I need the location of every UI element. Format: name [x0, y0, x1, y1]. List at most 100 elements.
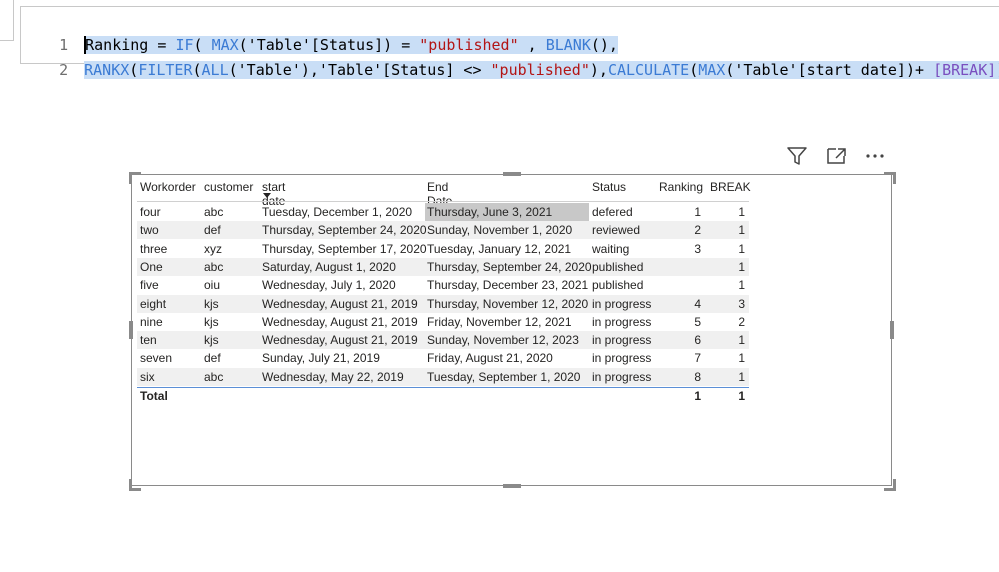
more-options-icon[interactable] — [862, 145, 888, 167]
table-cell[interactable]: Thursday, September 17, 2020 — [262, 240, 427, 258]
table-cell[interactable]: def — [204, 221, 221, 239]
table-row[interactable]: four abc Tuesday, December 1, 2020 Thursday… — [137, 203, 749, 221]
formula-bar[interactable]: 1 Ranking = IF( MAX('Table'[Status]) = "p… — [0, 0, 999, 79]
table-row[interactable]: ten kjs Wednesday, August 21, 2019 Sunday, … — [137, 331, 749, 350]
resize-corner-bottom-right[interactable] — [884, 479, 896, 491]
resize-corner-bottom-left[interactable] — [129, 479, 141, 491]
table-row[interactable]: seven def Sunday, July 21, 2019 Friday, Aug… — [137, 349, 749, 367]
table-cell-break[interactable]: 1 — [707, 258, 745, 276]
table-cell[interactable]: defered — [592, 203, 633, 221]
table-cell-break[interactable]: 1 — [707, 221, 745, 239]
formula-line-2[interactable]: 2 RANKX(FILTER(ALL('Table'),'Table'[Statu… — [20, 37, 999, 79]
table-cell[interactable]: Wednesday, May 22, 2019 — [262, 368, 404, 386]
table-cell[interactable]: Sunday, November 12, 2023 — [427, 331, 579, 349]
table-row[interactable]: six abc Wednesday, May 22, 2019 Tuesday, Se… — [137, 367, 749, 386]
table-cell[interactable]: Friday, November 12, 2021 — [427, 313, 572, 331]
table-cell[interactable]: Thursday, September 24, 2020 — [262, 221, 427, 239]
resize-handle-right[interactable] — [890, 321, 894, 339]
table-cell-ranking[interactable]: 2 — [657, 221, 701, 239]
table-cell[interactable]: Sunday, November 1, 2020 — [427, 221, 572, 239]
table-cell[interactable]: Tuesday, December 1, 2020 — [262, 203, 412, 221]
table-cell[interactable]: seven — [140, 349, 172, 367]
table-cell[interactable]: published — [592, 258, 643, 276]
table-row[interactable]: One abc Saturday, August 1, 2020 Thursday, … — [137, 257, 749, 276]
table-cell[interactable]: One — [140, 258, 163, 276]
formula-line-1[interactable]: 1 Ranking = IF( MAX('Table'[Status]) = "p… — [20, 12, 618, 54]
table-cell[interactable]: in progress — [592, 349, 651, 367]
table-cell-ranking[interactable]: 3 — [657, 240, 701, 258]
table-cell[interactable]: Tuesday, September 1, 2020 — [427, 368, 580, 386]
table-cell-ranking[interactable]: 6 — [657, 331, 701, 349]
table-cell[interactable]: Wednesday, July 1, 2020 — [262, 276, 396, 294]
table-cell[interactable]: Thursday, June 3, 2021 — [427, 203, 552, 221]
table-cell[interactable]: abc — [204, 258, 223, 276]
table-cell[interactable]: waiting — [592, 240, 629, 258]
table-row[interactable]: three xyz Thursday, September 17, 2020 Tues… — [137, 240, 749, 258]
table-cell-break[interactable]: 1 — [707, 331, 745, 349]
table-cell[interactable]: in progress — [592, 313, 651, 331]
table-cell-ranking[interactable]: 1 — [657, 203, 701, 221]
table-cell-break[interactable]: 1 — [707, 368, 745, 386]
table-cell[interactable]: Tuesday, January 12, 2021 — [427, 240, 571, 258]
table-cell[interactable]: eight — [140, 295, 166, 313]
table-cell[interactable]: Wednesday, August 21, 2019 — [262, 331, 418, 349]
table-cell[interactable]: Wednesday, August 21, 2019 — [262, 313, 418, 331]
table-row[interactable]: five oiu Wednesday, July 1, 2020 Thursday, … — [137, 276, 749, 294]
table-cell[interactable]: kjs — [204, 313, 219, 331]
table-cell[interactable]: Saturday, August 1, 2020 — [262, 258, 396, 276]
table-cell[interactable]: Wednesday, August 21, 2019 — [262, 295, 418, 313]
table-cell-ranking[interactable]: 5 — [657, 313, 701, 331]
table-row[interactable]: eight kjs Wednesday, August 21, 2019 Thursd… — [137, 294, 749, 313]
col-header-status[interactable]: Status — [592, 180, 626, 194]
table-cell[interactable]: def — [204, 349, 221, 367]
table-cell[interactable]: in progress — [592, 331, 651, 349]
table-cell-break[interactable]: 1 — [707, 349, 745, 367]
table-cell[interactable]: four — [140, 203, 161, 221]
table-cell-break[interactable]: 1 — [707, 240, 745, 258]
table-cell[interactable]: in progress — [592, 368, 651, 386]
col-header-ranking[interactable]: Ranking — [659, 180, 703, 194]
table-cell[interactable]: in progress — [592, 295, 651, 313]
table-cell[interactable]: abc — [204, 203, 223, 221]
table-cell[interactable]: oiu — [204, 276, 220, 294]
table-cell[interactable]: five — [140, 276, 159, 294]
table-cell[interactable]: abc — [204, 368, 223, 386]
col-header-break[interactable]: BREAK — [710, 180, 751, 194]
table-cell-ranking[interactable]: 4 — [657, 295, 701, 313]
table-row[interactable]: two def Thursday, September 24, 2020 Sunday… — [137, 221, 749, 240]
table-cell[interactable]: kjs — [204, 295, 219, 313]
table-row[interactable]: nine kjs Wednesday, August 21, 2019 Friday,… — [137, 313, 749, 331]
visual-header-toolbar — [784, 145, 894, 169]
line-number: 2 — [59, 61, 69, 79]
table-cell[interactable]: Thursday, November 12, 2020 — [427, 295, 588, 313]
resize-corner-top-right[interactable] — [884, 172, 896, 184]
table-cell[interactable]: Friday, August 21, 2020 — [427, 349, 553, 367]
table-cell-ranking[interactable]: 8 — [657, 368, 701, 386]
table-cell[interactable]: two — [140, 221, 159, 239]
table-cell-ranking[interactable] — [657, 276, 701, 294]
table-cell-ranking[interactable] — [657, 258, 701, 276]
table-cell[interactable]: Sunday, July 21, 2019 — [262, 349, 380, 367]
table-cell[interactable]: published — [592, 276, 643, 294]
resize-handle-left[interactable] — [129, 321, 133, 339]
table-cell[interactable]: six — [140, 368, 155, 386]
table-cell[interactable]: Thursday, September 24, 2020 — [427, 258, 592, 276]
table-cell-break[interactable]: 2 — [707, 313, 745, 331]
table-cell-break[interactable]: 1 — [707, 203, 745, 221]
table-cell[interactable]: kjs — [204, 331, 219, 349]
table-cell[interactable]: ten — [140, 331, 157, 349]
filter-icon[interactable] — [784, 145, 810, 167]
table-cell[interactable]: reviewed — [592, 221, 640, 239]
table-cell[interactable]: xyz — [204, 240, 222, 258]
resize-handle-top[interactable] — [503, 172, 521, 176]
table-cell-break[interactable]: 3 — [707, 295, 745, 313]
resize-handle-bottom[interactable] — [503, 484, 521, 488]
table-cell[interactable]: Thursday, December 23, 2021 — [427, 276, 588, 294]
table-cell-break[interactable]: 1 — [707, 276, 745, 294]
col-header-customer[interactable]: customer — [204, 180, 253, 194]
table-cell[interactable]: three — [140, 240, 167, 258]
table-cell-ranking[interactable]: 7 — [657, 349, 701, 367]
focus-mode-icon[interactable] — [824, 145, 850, 167]
table-cell[interactable]: nine — [140, 313, 163, 331]
col-header-workorder[interactable]: Workorder — [140, 180, 196, 194]
